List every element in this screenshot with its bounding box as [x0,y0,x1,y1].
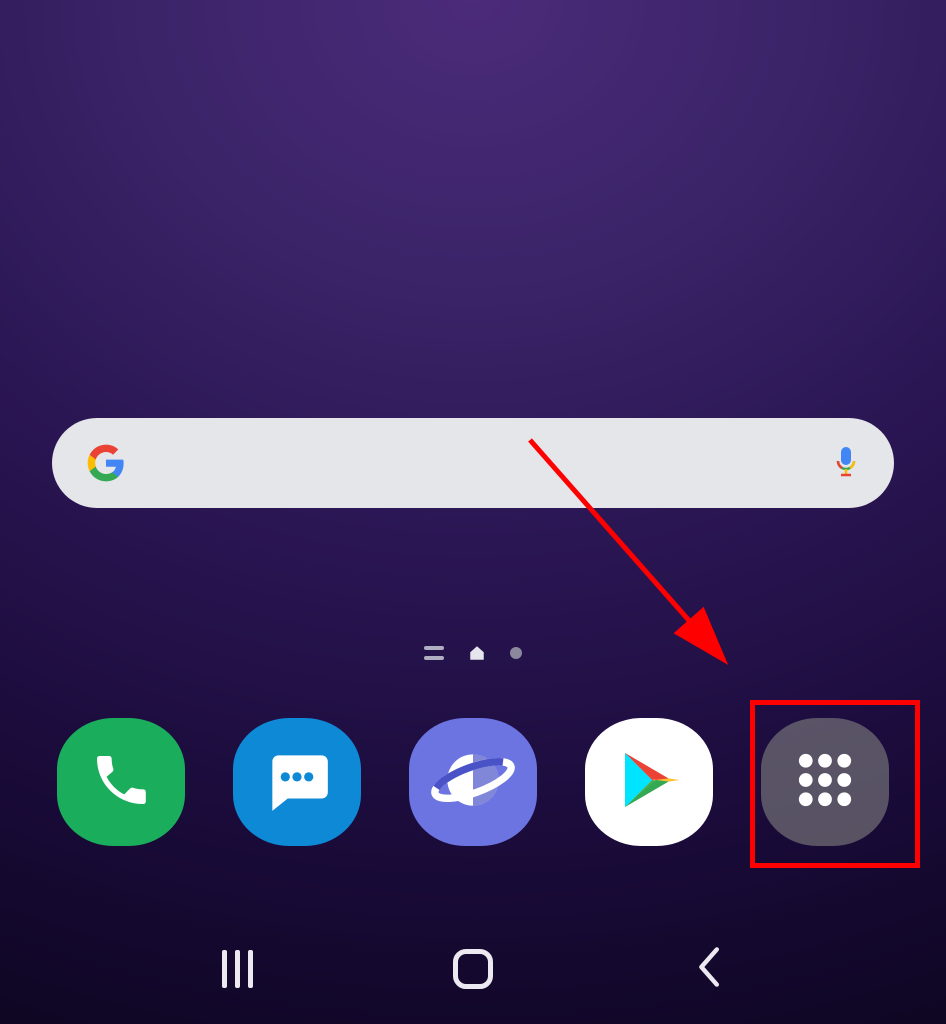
voice-search-icon[interactable] [832,443,860,483]
planet-icon [429,736,517,828]
phone-app[interactable] [57,718,185,846]
home-page-dot-icon[interactable] [468,644,486,662]
nav-back-button[interactable] [683,944,733,994]
google-play-app[interactable] [585,718,713,846]
messages-app[interactable] [233,718,361,846]
home-icon [453,949,493,989]
play-store-icon [613,744,685,820]
app-dock [0,718,946,846]
samsung-internet-app[interactable] [409,718,537,846]
google-search-widget[interactable] [52,418,894,508]
system-nav-bar [0,934,946,1004]
back-icon [694,945,722,993]
nav-recents-button[interactable] [213,944,263,994]
panel-indicator-icon[interactable] [424,646,444,660]
messages-icon [260,743,334,821]
apps-grid-icon [792,747,858,817]
apps-drawer-button[interactable] [761,718,889,846]
page-dot-icon[interactable] [510,647,522,659]
google-logo-icon [86,443,126,483]
recents-icon [222,950,253,988]
nav-home-button[interactable] [448,944,498,994]
home-page-indicator [0,644,946,662]
phone-icon [89,748,153,816]
